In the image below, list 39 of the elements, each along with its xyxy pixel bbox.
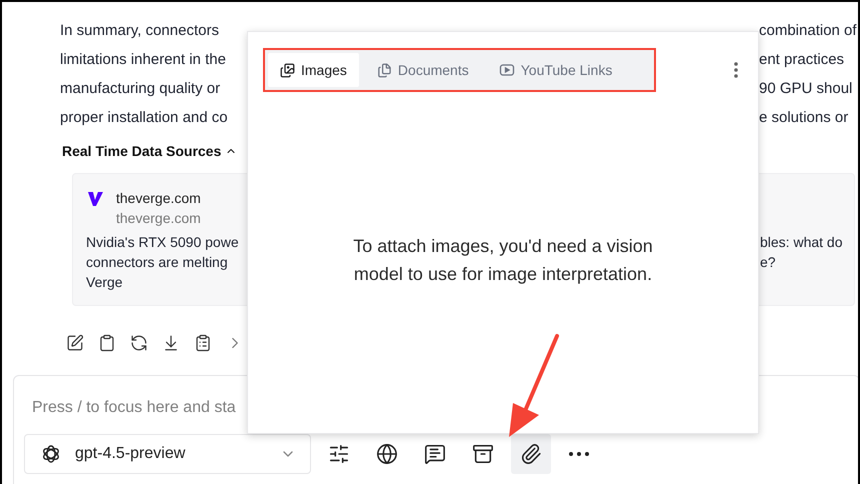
sources-toggle[interactable]: Real Time Data Sources — [62, 143, 238, 159]
paragraph-text: combination of — [759, 22, 858, 39]
paperclip-icon — [520, 443, 542, 465]
kebab-icon — [734, 62, 738, 78]
play-icon — [498, 62, 515, 78]
documents-icon — [376, 62, 392, 78]
box-icon — [472, 443, 494, 465]
site-domain: theverge.com — [116, 209, 201, 228]
article-title: bles: what do — [760, 233, 844, 252]
article-title: connectors are melting — [86, 253, 229, 272]
edit-button[interactable] — [66, 334, 84, 352]
site-name: theverge.com — [116, 189, 201, 208]
more-icon — [569, 452, 589, 456]
tab[interactable]: Documents — [364, 53, 481, 87]
download-button[interactable] — [162, 334, 180, 352]
model-logo-icon — [41, 444, 61, 464]
paragraph-text: e solutions or — [759, 109, 850, 126]
article-title: Verge — [86, 273, 124, 292]
images-icon — [280, 62, 295, 78]
info-message: To attach images, you'd need a vision model to use for image interpretation. — [352, 235, 654, 286]
article-title: Nvidia's RTX 5090 powe — [86, 233, 239, 252]
report-button[interactable] — [194, 334, 212, 352]
paragraph-text: proper installation and co — [60, 109, 228, 126]
paragraph-text: 90 GPU shoul — [759, 80, 854, 97]
attach-button[interactable] — [511, 434, 551, 474]
copy-button[interactable] — [98, 334, 116, 352]
chat-icon — [424, 443, 446, 465]
tab[interactable]: YouTube Links — [486, 53, 624, 87]
globe-icon — [376, 443, 398, 465]
paragraph-text: limitations inherent in the — [60, 51, 226, 68]
paragraph-text: manufacturing quality or — [60, 80, 220, 97]
paragraph-text: In summary, connectors — [60, 22, 219, 39]
paragraph-text: ent practices — [759, 51, 846, 68]
tab[interactable]: Images — [268, 53, 359, 87]
menu-button[interactable] — [734, 62, 738, 78]
model-selector[interactable]: gpt-4.5-preview — [24, 434, 311, 474]
sliders-icon — [328, 443, 350, 465]
article-title: e? — [760, 253, 777, 272]
regenerate-button[interactable] — [130, 334, 148, 352]
